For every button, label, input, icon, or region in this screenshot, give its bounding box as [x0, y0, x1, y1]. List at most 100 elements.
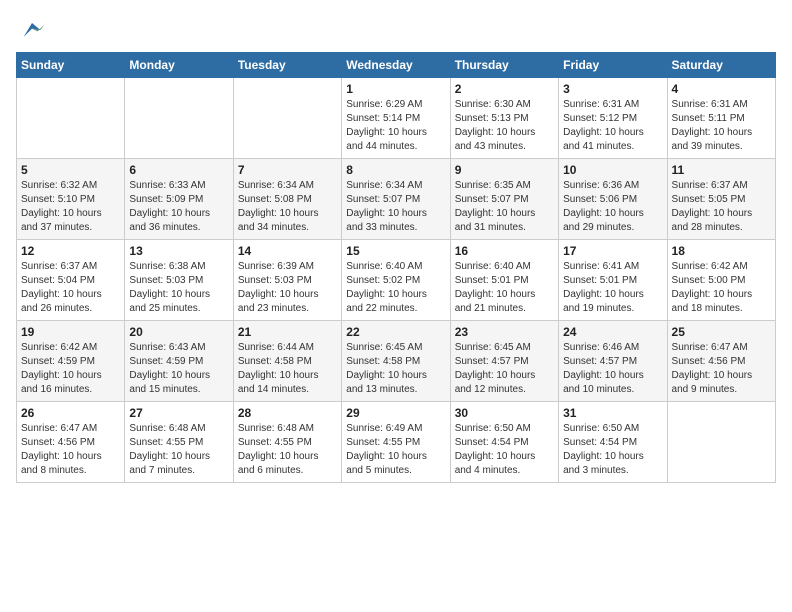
day-number: 11 — [672, 163, 771, 177]
day-info: Sunrise: 6:43 AM Sunset: 4:59 PM Dayligh… — [129, 341, 228, 397]
day-info: Sunrise: 6:47 AM Sunset: 4:56 PM Dayligh… — [21, 422, 120, 478]
calendar-cell: 26 Sunrise: 6:47 AM Sunset: 4:56 PM Dayli… — [17, 402, 125, 483]
day-number: 18 — [672, 244, 771, 258]
day-info: Sunrise: 6:32 AM Sunset: 5:10 PM Dayligh… — [21, 179, 120, 235]
day-number: 26 — [21, 406, 120, 420]
day-info: Sunrise: 6:39 AM Sunset: 5:03 PM Dayligh… — [238, 260, 337, 316]
day-number: 24 — [563, 325, 662, 339]
calendar-cell: 15 Sunrise: 6:40 AM Sunset: 5:02 PM Dayli… — [342, 240, 450, 321]
day-info: Sunrise: 6:36 AM Sunset: 5:06 PM Dayligh… — [563, 179, 662, 235]
day-info: Sunrise: 6:35 AM Sunset: 5:07 PM Dayligh… — [455, 179, 554, 235]
calendar-week-3: 12 Sunrise: 6:37 AM Sunset: 5:04 PM Dayli… — [17, 240, 776, 321]
day-info: Sunrise: 6:34 AM Sunset: 5:07 PM Dayligh… — [346, 179, 445, 235]
day-number: 25 — [672, 325, 771, 339]
day-number: 1 — [346, 82, 445, 96]
day-number: 16 — [455, 244, 554, 258]
calendar-cell: 13 Sunrise: 6:38 AM Sunset: 5:03 PM Dayli… — [125, 240, 233, 321]
calendar-cell — [233, 78, 341, 159]
day-number: 9 — [455, 163, 554, 177]
day-of-week-friday: Friday — [559, 53, 667, 78]
header — [16, 16, 776, 44]
calendar-cell: 7 Sunrise: 6:34 AM Sunset: 5:08 PM Daylig… — [233, 159, 341, 240]
day-number: 31 — [563, 406, 662, 420]
day-of-week-wednesday: Wednesday — [342, 53, 450, 78]
day-of-week-thursday: Thursday — [450, 53, 558, 78]
logo — [16, 16, 46, 44]
calendar-cell: 23 Sunrise: 6:45 AM Sunset: 4:57 PM Dayli… — [450, 321, 558, 402]
day-number: 15 — [346, 244, 445, 258]
day-info: Sunrise: 6:31 AM Sunset: 5:12 PM Dayligh… — [563, 98, 662, 154]
calendar-cell: 4 Sunrise: 6:31 AM Sunset: 5:11 PM Daylig… — [667, 78, 775, 159]
calendar-cell: 20 Sunrise: 6:43 AM Sunset: 4:59 PM Dayli… — [125, 321, 233, 402]
calendar-week-5: 26 Sunrise: 6:47 AM Sunset: 4:56 PM Dayli… — [17, 402, 776, 483]
calendar-cell: 12 Sunrise: 6:37 AM Sunset: 5:04 PM Dayli… — [17, 240, 125, 321]
calendar-cell: 28Sunrise: 6:48 AM Sunset: 4:55 PM Dayli… — [233, 402, 341, 483]
day-info: Sunrise: 6:45 AM Sunset: 4:57 PM Dayligh… — [455, 341, 554, 397]
day-number: 28 — [238, 406, 337, 420]
day-info: Sunrise: 6:50 AM Sunset: 4:54 PM Dayligh… — [563, 422, 662, 478]
day-number: 27 — [129, 406, 228, 420]
day-info: Sunrise: 6:46 AM Sunset: 4:57 PM Dayligh… — [563, 341, 662, 397]
calendar-header-row: SundayMondayTuesdayWednesdayThursdayFrid… — [17, 53, 776, 78]
day-number: 20 — [129, 325, 228, 339]
day-info: Sunrise: 6:33 AM Sunset: 5:09 PM Dayligh… — [129, 179, 228, 235]
day-number: 4 — [672, 82, 771, 96]
day-info: Sunrise: 6:31 AM Sunset: 5:11 PM Dayligh… — [672, 98, 771, 154]
calendar-cell: 31 Sunrise: 6:50 AM Sunset: 4:54 PM Dayli… — [559, 402, 667, 483]
calendar-cell: 8 Sunrise: 6:34 AM Sunset: 5:07 PM Daylig… — [342, 159, 450, 240]
day-info: Sunrise: 6:50 AM Sunset: 4:54 PM Dayligh… — [455, 422, 554, 478]
calendar-cell: 9 Sunrise: 6:35 AM Sunset: 5:07 PM Daylig… — [450, 159, 558, 240]
calendar-cell — [667, 402, 775, 483]
day-info: Sunrise: 6:37 AM Sunset: 5:05 PM Dayligh… — [672, 179, 771, 235]
day-info: Sunrise: 6:37 AM Sunset: 5:04 PM Dayligh… — [21, 260, 120, 316]
day-number: 29 — [346, 406, 445, 420]
day-number: 6 — [129, 163, 228, 177]
day-info: Sunrise: 6:45 AM Sunset: 4:58 PM Dayligh… — [346, 341, 445, 397]
day-number: 10 — [563, 163, 662, 177]
day-info: Sunrise: 6:47 AM Sunset: 4:56 PM Dayligh… — [672, 341, 771, 397]
day-number: 23 — [455, 325, 554, 339]
calendar-cell: 22 Sunrise: 6:45 AM Sunset: 4:58 PM Dayli… — [342, 321, 450, 402]
day-info: Sunrise: 6:29 AM Sunset: 5:14 PM Dayligh… — [346, 98, 445, 154]
day-number: 7 — [238, 163, 337, 177]
day-of-week-monday: Monday — [125, 53, 233, 78]
calendar-cell: 14 Sunrise: 6:39 AM Sunset: 5:03 PM Dayli… — [233, 240, 341, 321]
day-of-week-sunday: Sunday — [17, 53, 125, 78]
day-number: 13 — [129, 244, 228, 258]
day-info: Sunrise: 6:41 AM Sunset: 5:01 PM Dayligh… — [563, 260, 662, 316]
day-of-week-tuesday: Tuesday — [233, 53, 341, 78]
day-of-week-saturday: Saturday — [667, 53, 775, 78]
calendar: SundayMondayTuesdayWednesdayThursdayFrid… — [16, 52, 776, 483]
calendar-cell: 1 Sunrise: 6:29 AM Sunset: 5:14 PM Daylig… — [342, 78, 450, 159]
calendar-cell: 5 Sunrise: 6:32 AM Sunset: 5:10 PM Daylig… — [17, 159, 125, 240]
day-number: 2 — [455, 82, 554, 96]
day-number: 5 — [21, 163, 120, 177]
day-number: 12 — [21, 244, 120, 258]
day-info: Sunrise: 6:44 AM Sunset: 4:58 PM Dayligh… — [238, 341, 337, 397]
calendar-cell: 6 Sunrise: 6:33 AM Sunset: 5:09 PM Daylig… — [125, 159, 233, 240]
day-number: 8 — [346, 163, 445, 177]
day-info: Sunrise: 6:40 AM Sunset: 5:02 PM Dayligh… — [346, 260, 445, 316]
calendar-week-1: 1 Sunrise: 6:29 AM Sunset: 5:14 PM Daylig… — [17, 78, 776, 159]
day-number: 21 — [238, 325, 337, 339]
day-number: 30 — [455, 406, 554, 420]
calendar-cell — [125, 78, 233, 159]
calendar-cell: 30 Sunrise: 6:50 AM Sunset: 4:54 PM Dayli… — [450, 402, 558, 483]
calendar-cell: 11 Sunrise: 6:37 AM Sunset: 5:05 PM Dayli… — [667, 159, 775, 240]
day-info: Sunrise: 6:42 AM Sunset: 5:00 PM Dayligh… — [672, 260, 771, 316]
day-number: 14 — [238, 244, 337, 258]
calendar-cell: 3Sunrise: 6:31 AM Sunset: 5:12 PM Daylig… — [559, 78, 667, 159]
day-number: 22 — [346, 325, 445, 339]
day-info: Sunrise: 6:48 AM Sunset: 4:55 PM Dayligh… — [129, 422, 228, 478]
calendar-week-4: 19Sunrise: 6:42 AM Sunset: 4:59 PM Dayli… — [17, 321, 776, 402]
day-info: Sunrise: 6:38 AM Sunset: 5:03 PM Dayligh… — [129, 260, 228, 316]
day-info: Sunrise: 6:34 AM Sunset: 5:08 PM Dayligh… — [238, 179, 337, 235]
day-number: 19 — [21, 325, 120, 339]
calendar-cell: 16 Sunrise: 6:40 AM Sunset: 5:01 PM Dayli… — [450, 240, 558, 321]
logo-bird-icon — [18, 16, 46, 44]
day-info: Sunrise: 6:40 AM Sunset: 5:01 PM Dayligh… — [455, 260, 554, 316]
calendar-cell: 27 Sunrise: 6:48 AM Sunset: 4:55 PM Dayli… — [125, 402, 233, 483]
calendar-cell: 10 Sunrise: 6:36 AM Sunset: 5:06 PM Dayli… — [559, 159, 667, 240]
calendar-cell: 21 Sunrise: 6:44 AM Sunset: 4:58 PM Dayli… — [233, 321, 341, 402]
calendar-cell: 29Sunrise: 6:49 AM Sunset: 4:55 PM Dayli… — [342, 402, 450, 483]
